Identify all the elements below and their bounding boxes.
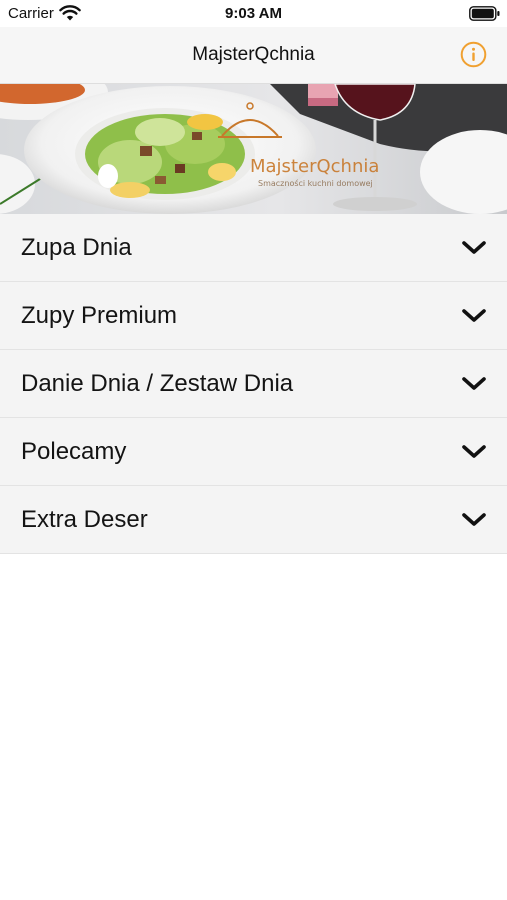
menu-category-list: Zupa Dnia Zupy Premium Danie Dnia / Zest… [0, 214, 507, 554]
menu-item-label: Extra Deser [21, 506, 148, 533]
menu-item-extra-deser[interactable]: Extra Deser [0, 486, 507, 554]
chevron-down-icon [462, 445, 486, 458]
menu-item-danie-dnia[interactable]: Danie Dnia / Zestaw Dnia [0, 350, 507, 418]
banner-image: MajsterQchnia Smaczności kuchni domowej [0, 84, 507, 214]
menu-item-label: Zupa Dnia [21, 234, 132, 261]
banner-logo-tagline: Smaczności kuchni domowej [258, 178, 373, 188]
chevron-down-icon [462, 241, 486, 254]
chevron-down-icon [462, 377, 486, 390]
chevron-down-icon [462, 513, 486, 526]
banner-photo: MajsterQchnia Smaczności kuchni domowej [0, 84, 507, 214]
status-time: 9:03 AM [225, 5, 282, 22]
menu-item-label: Zupy Premium [21, 302, 178, 329]
menu-item-polecamy[interactable]: Polecamy [0, 418, 507, 486]
navigation-bar: MajsterQchnia [0, 27, 507, 84]
battery-icon [469, 6, 500, 21]
app-title: MajsterQchnia [192, 44, 315, 65]
info-icon[interactable] [460, 41, 487, 68]
chevron-down-icon [462, 309, 486, 322]
menu-item-label: Danie Dnia / Zestaw Dnia [21, 370, 294, 397]
banner-logo-text: MajsterQchnia [250, 156, 379, 177]
menu-item-zupy-premium[interactable]: Zupy Premium [0, 282, 507, 350]
menu-item-zupa-dnia[interactable]: Zupa Dnia [0, 214, 507, 282]
status-bar: Carrier 9:03 AM [0, 0, 507, 27]
menu-item-label: Polecamy [21, 438, 127, 465]
